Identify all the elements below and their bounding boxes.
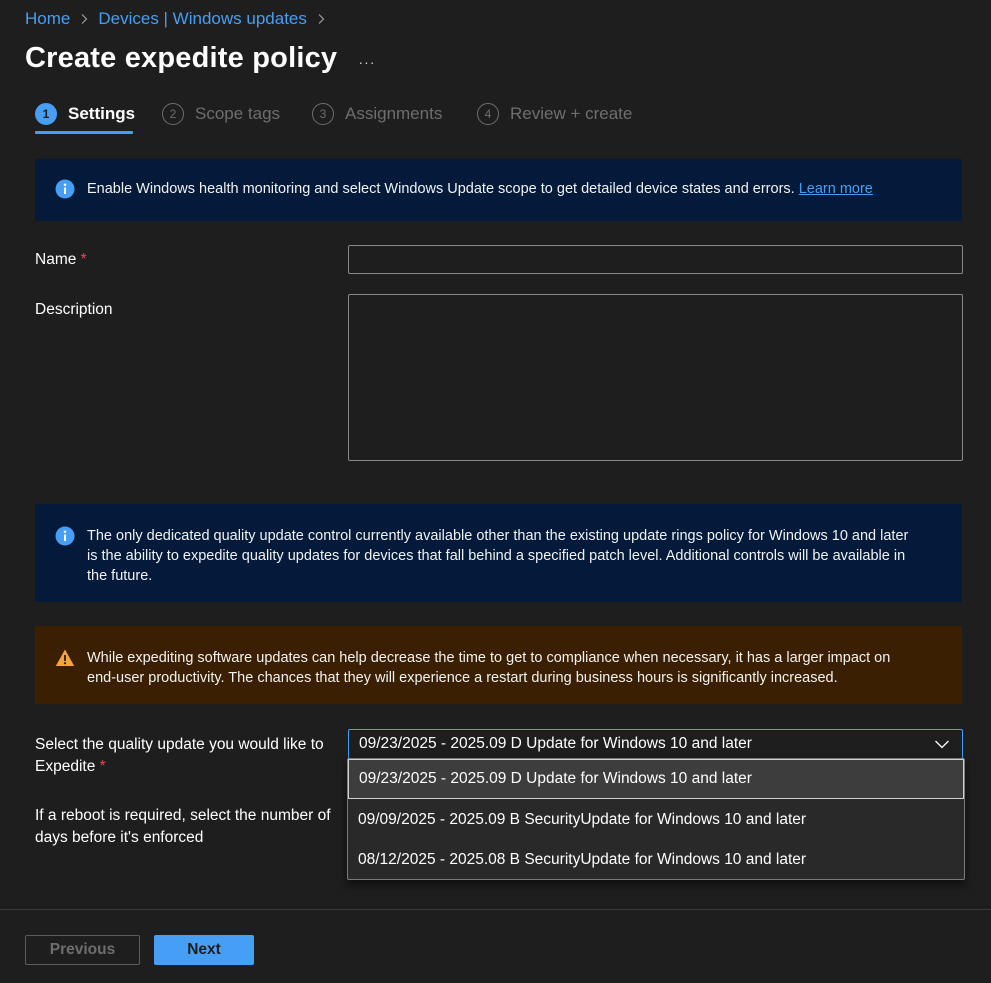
footer-divider [0,909,991,910]
health-monitoring-info-bar: Enable Windows health monitoring and sel… [35,159,962,221]
learn-more-link[interactable]: Learn more [799,181,873,197]
description-textarea[interactable] [348,294,963,461]
breadcrumb-devices-link[interactable]: Devices | Windows updates [98,9,307,29]
quality-update-info-bar: The only dedicated quality update contro… [35,504,962,602]
quality-update-dropdown[interactable]: 09/23/2025 - 2025.09 D Update for Window… [348,729,963,759]
tab-label: Scope tags [195,104,281,123]
dropdown-option[interactable]: 08/12/2025 - 2025.08 B SecurityUpdate fo… [348,840,964,880]
name-label: Name * [35,251,87,268]
dropdown-option[interactable]: 09/09/2025 - 2025.09 B SecurityUpdate fo… [348,800,964,840]
tab-label: Settings [68,104,136,123]
info-icon [55,526,75,546]
breadcrumb-home-link[interactable]: Home [25,9,70,29]
expedite-warning-bar: While expediting software updates can he… [35,626,962,704]
page-title: Create expedite policy [25,42,338,74]
required-indicator: * [99,758,106,775]
chevron-down-icon [935,740,949,749]
tab-settings[interactable]: 1 Settings [35,100,135,128]
quality-update-label: Select the quality update you would like… [35,736,324,775]
info-message: Enable Windows health monitoring and sel… [87,181,873,197]
step-number: 1 [35,103,57,125]
tab-review-create[interactable]: 4 Review + create [477,100,632,128]
info-icon [55,179,75,199]
wizard-steps: 1 Settings 2 Scope tags 3 Assignments 4 … [35,100,735,136]
active-tab-indicator [35,131,133,134]
dropdown-option[interactable]: 09/23/2025 - 2025.09 D Update for Window… [348,759,964,799]
step-number: 3 [312,103,334,125]
more-options-button[interactable]: ··· [352,50,382,74]
chevron-right-icon [307,9,335,29]
warning-icon [55,649,75,666]
quality-update-options-list: 09/23/2025 - 2025.09 D Update for Window… [347,758,965,880]
chevron-right-icon [70,9,98,29]
tab-label: Assignments [345,104,443,123]
tab-scope-tags[interactable]: 2 Scope tags [162,100,280,128]
step-number: 2 [162,103,184,125]
tab-label: Review + create [510,104,633,123]
step-number: 4 [477,103,499,125]
reboot-days-label: If a reboot is required, select the numb… [35,807,331,846]
info-message: The only dedicated quality update contro… [87,528,909,584]
next-button[interactable]: Next [154,935,254,965]
dropdown-selected-value: 09/23/2025 - 2025.09 D Update for Window… [359,735,752,752]
previous-button[interactable]: Previous [25,935,140,965]
tab-assignments[interactable]: 3 Assignments [312,100,442,128]
description-label: Description [35,301,113,318]
name-input[interactable] [348,245,963,274]
breadcrumb: Home Devices | Windows updates [25,9,335,29]
warning-message: While expediting software updates can he… [87,650,891,686]
required-indicator: * [80,251,87,268]
